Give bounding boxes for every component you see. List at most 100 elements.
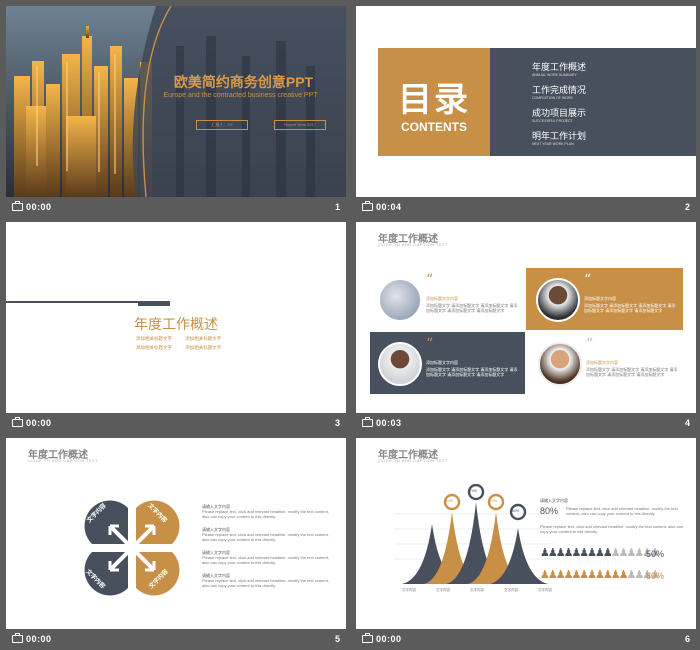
peak-chart xyxy=(394,484,554,584)
people-row-1: ♟♟♟♟♟♟♟♟♟♟♟♟♟♟♟ xyxy=(540,547,660,559)
slide-6-head: 请输入文字内容 xyxy=(540,498,568,503)
slide-2-time: 00:04 xyxy=(376,202,402,212)
slide-5-caption: CLICK TO ADD CAPTION TEXT xyxy=(28,458,99,463)
stat-80-top: 80% xyxy=(540,506,559,516)
slide-2-number: 2 xyxy=(684,202,690,212)
avatar-man-3 xyxy=(538,342,582,386)
axis-label-3: 文字内容 xyxy=(470,588,484,592)
stat-50: 50% xyxy=(646,549,665,559)
toc-title: 目录 xyxy=(398,81,470,119)
transition-icon xyxy=(12,417,23,427)
flower-diagram xyxy=(84,500,180,596)
card-3-text: 添加标题文字 请添加标题文字 请添加标题文字 请添加标题文字 请添加标题文字 请… xyxy=(426,367,518,377)
note-1: 请输入文字内容 Please replace text, click add r… xyxy=(202,504,334,519)
slide-6-number: 6 xyxy=(684,634,690,644)
slide-3-time: 00:00 xyxy=(26,418,52,428)
slide-2-footer: 00:04 2 xyxy=(356,197,696,218)
toc-item-4[interactable]: 明年工作计划 NEXT YEAR WORK PLAN xyxy=(532,129,586,146)
toc-item-2-en: COMPLETION OF WORK xyxy=(532,96,573,100)
axis-label-1: 文字内容 xyxy=(402,588,416,592)
slide-thumb-1[interactable]: 欧美简约商务创意PPT Europe and the contracted bu… xyxy=(6,6,346,218)
quote-icon-4: “ xyxy=(586,336,594,352)
section-line xyxy=(6,301,138,303)
note-2: 请输入文字内容 Please replace text, click add r… xyxy=(202,527,334,542)
toc-navy-block xyxy=(490,48,696,156)
card-4-text: 添加标题文字 请添加标题文字 请添加标题文字 请添加标题文字 请添加标题文字 请… xyxy=(586,367,678,377)
toc-item-1-cn: 年度工作概述 xyxy=(532,62,587,72)
slide-3-number: 3 xyxy=(334,418,340,428)
slide-1-time: 00:00 xyxy=(26,202,52,212)
toc-item-1[interactable]: 年度工作概述 ANNUAL WORK SUMMARY xyxy=(532,60,586,77)
slide-thumb-3[interactable]: 年度工作概述 添加相关标题文字 添加相关标题文字 添加相关标题文字 添加相关标题… xyxy=(6,222,346,434)
slide-2-canvas: 目录 CONTENTS 年度工作概述 ANNUAL WORK SUMMARY 工… xyxy=(356,6,696,197)
toc-item-3[interactable]: 成功项目展示 SUCCESSFUL PROJECT xyxy=(532,106,586,123)
transition-icon xyxy=(362,417,373,427)
toc-item-3-cn: 成功项目展示 xyxy=(532,108,587,118)
axis-label-2: 文字内容 xyxy=(436,588,450,592)
axis-label-4: 文字内容 xyxy=(504,588,518,592)
quote-icon-3: “ xyxy=(426,336,434,352)
card-2-title: 添加标题文字内容 xyxy=(584,296,616,301)
transition-icon xyxy=(12,201,23,211)
peak-label-4: 60% xyxy=(512,509,520,513)
peak-label-3: 70% xyxy=(490,499,498,503)
transition-icon xyxy=(12,633,23,643)
note-3: 请输入文字内容 Please replace text, click add r… xyxy=(202,550,334,565)
toc-item-1-en: ANNUAL WORK SUMMARY xyxy=(532,73,577,77)
slide-6-text-2: Please replace text, click add relevant … xyxy=(540,524,683,534)
note-1-text: Please replace text, click add relevant … xyxy=(202,509,329,519)
slide-6-text-1: Please replace text, click add relevant … xyxy=(566,506,678,516)
slide-6-canvas: 年度工作概述 CLICK TO ADD CAPTION TEXT 60% 70%… xyxy=(356,438,696,629)
transition-icon xyxy=(362,201,373,211)
slide-1-tag-reporter: 汇报人：XX xyxy=(196,120,248,130)
toc-item-4-cn: 明年工作计划 xyxy=(532,131,587,141)
slide-5-canvas: 年度工作概述 CLICK TO ADD CAPTION TEXT 文字内容 文字… xyxy=(6,438,346,629)
stat-80-bottom: 80% xyxy=(646,571,665,581)
card-4-title: 添加标题文字内容 xyxy=(586,360,618,365)
card-1-title: 添加标题文字内容 xyxy=(426,296,458,301)
note-3-text: Please replace text, click add relevant … xyxy=(202,555,329,565)
slide-1-tag-time: Report Time:2017 xyxy=(274,120,326,130)
slide-1-footer: 00:00 1 xyxy=(6,197,346,218)
toc-subtitle: CONTENTS xyxy=(401,120,467,134)
quote-icon-2: “ xyxy=(584,272,592,288)
slide-4-footer: 00:03 4 xyxy=(356,413,696,434)
section-line-accent xyxy=(138,301,170,306)
slide-4-number: 4 xyxy=(684,418,690,428)
toc-item-3-en: SUCCESSFUL PROJECT xyxy=(532,119,573,123)
slide-thumb-2[interactable]: 目录 CONTENTS 年度工作概述 ANNUAL WORK SUMMARY 工… xyxy=(356,6,696,218)
toc-item-2[interactable]: 工作完成情况 COMPLETION OF WORK xyxy=(532,83,586,100)
slide-3-title: 年度工作概述 xyxy=(134,316,218,332)
card-1-text: 添加标题文字 请添加标题文字 请添加标题文字 请添加标题文字 请添加标题文字 请… xyxy=(426,303,518,313)
diagram-notes: 请输入文字内容 Please replace text, click add r… xyxy=(202,504,334,588)
slide-thumb-6[interactable]: 年度工作概述 CLICK TO ADD CAPTION TEXT 60% 70%… xyxy=(356,438,696,650)
note-4: 请输入文字内容 Please replace text, click add r… xyxy=(202,573,334,588)
axis-label-5: 文字内容 xyxy=(538,588,552,592)
transition-icon xyxy=(362,633,373,643)
slide-1-number: 1 xyxy=(334,202,340,212)
slide-6-footer: 00:00 6 xyxy=(356,629,696,650)
toc-item-2-cn: 工作完成情况 xyxy=(532,85,587,95)
slide-3-canvas: 年度工作概述 添加相关标题文字 添加相关标题文字 添加相关标题文字 添加相关标题… xyxy=(6,222,346,413)
slide-1-title: 欧美简约商务创意PPT xyxy=(173,74,314,90)
card-3-title: 添加标题文字内容 xyxy=(426,360,458,365)
peak-label-1: 60% xyxy=(446,499,454,503)
slide-thumb-5[interactable]: 年度工作概述 CLICK TO ADD CAPTION TEXT 文字内容 文字… xyxy=(6,438,346,650)
people-row-2: ♟♟♟♟♟♟♟♟♟♟♟♟♟♟♟ xyxy=(540,569,660,581)
slide-6-time: 00:00 xyxy=(376,634,402,644)
bullet-3: 添加相关标题文字 xyxy=(136,345,172,350)
bullet-2: 添加相关标题文字 xyxy=(185,336,222,341)
slide-thumb-4[interactable]: 年度工作概述 CLICK TO ADD CAPTION TEXT “ “ “ “… xyxy=(356,222,696,434)
slide-5-footer: 00:00 5 xyxy=(6,629,346,650)
avatar-handshake xyxy=(378,278,422,322)
city-photo xyxy=(6,6,346,197)
slide-4-time: 00:03 xyxy=(376,418,402,428)
toc-list: 年度工作概述 ANNUAL WORK SUMMARY 工作完成情况 COMPLE… xyxy=(532,60,586,146)
note-2-text: Please replace text, click add relevant … xyxy=(202,532,329,542)
slide-5-number: 5 xyxy=(334,634,340,644)
slide-4-canvas: 年度工作概述 CLICK TO ADD CAPTION TEXT “ “ “ “… xyxy=(356,222,696,413)
slide-6-caption: CLICK TO ADD CAPTION TEXT xyxy=(378,458,449,463)
slide-1-subtitle: Europe and the contracted business creat… xyxy=(163,92,318,99)
toc-item-4-en: NEXT YEAR WORK PLAN xyxy=(532,142,574,146)
card-2-text: 添加标题文字 请添加标题文字 请添加标题文字 请添加标题文字 请添加标题文字 请… xyxy=(584,303,676,313)
